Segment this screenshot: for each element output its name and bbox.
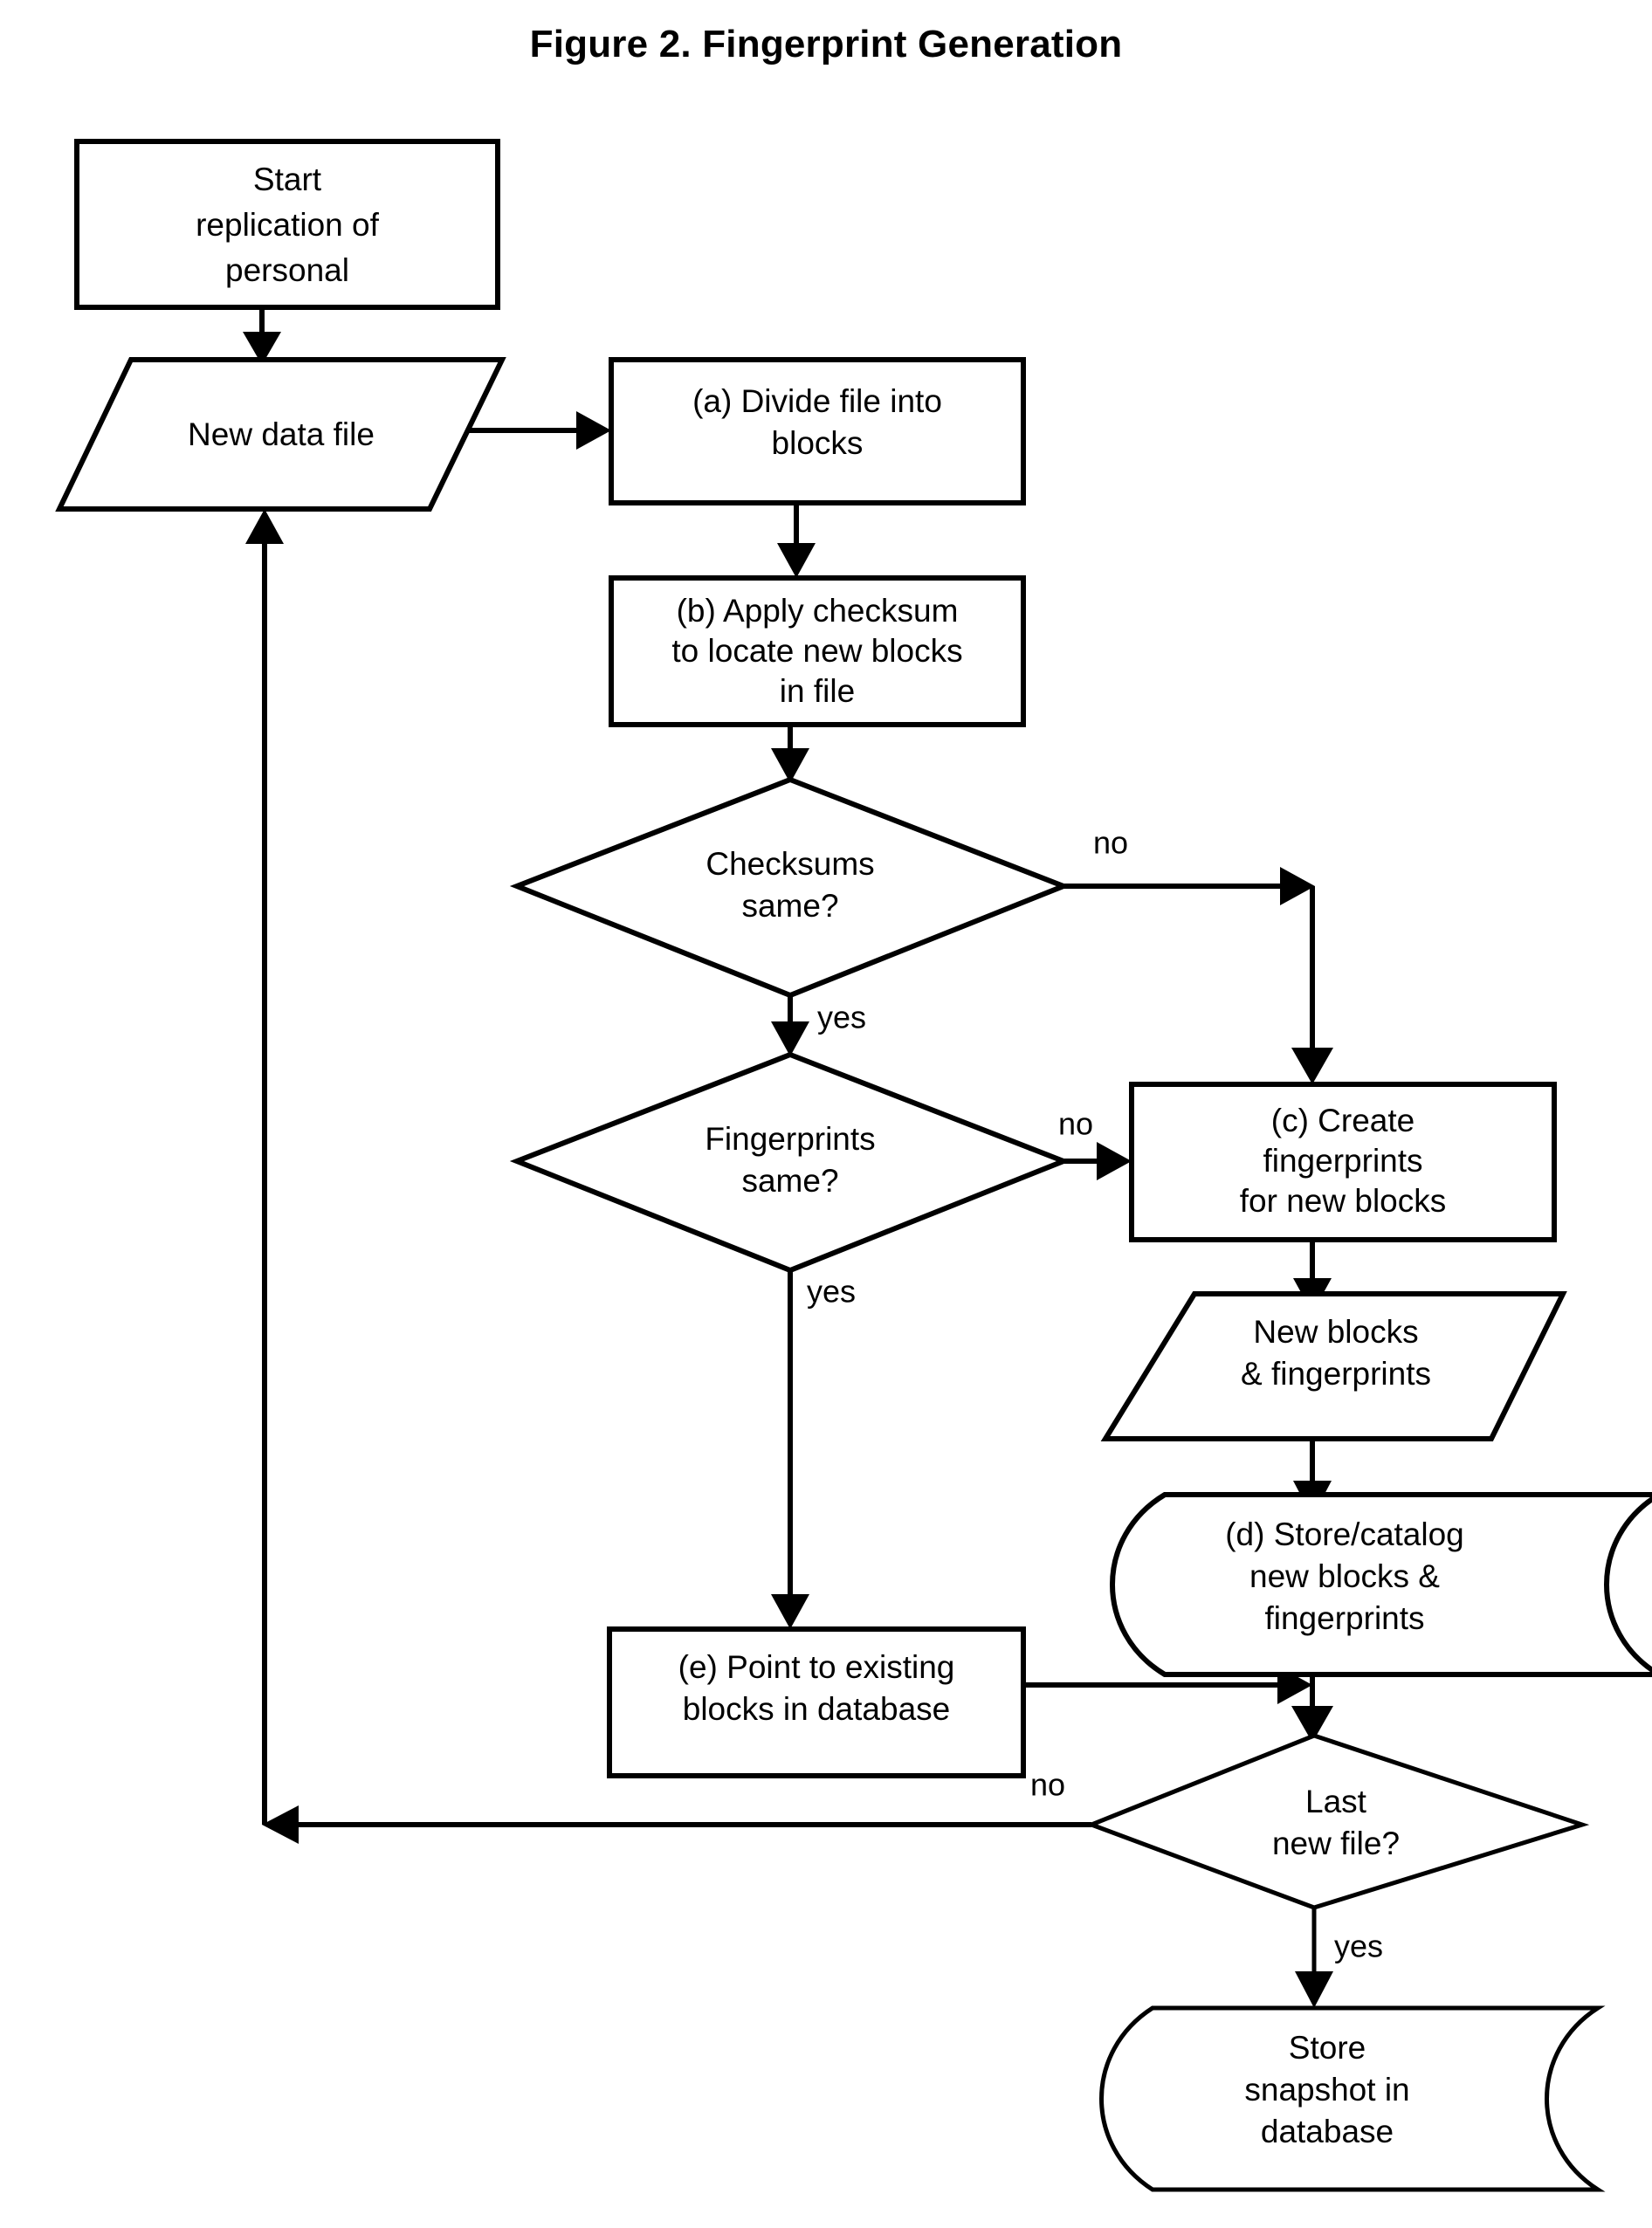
connector-new-data-file-to-step-a [465,411,611,450]
node-start-line-3: personal [225,252,349,288]
connector-last-new-file-yes-to-store-snapshot [1295,1905,1333,2008]
edge-label-last-new-file-no: no [1030,1767,1065,1803]
edge-label-fingerprints-no: no [1058,1106,1093,1142]
node-new-blocks-line-2: & fingerprints [1241,1356,1431,1392]
node-step-e: (e) Point to existing blocks in database [607,1626,1026,1778]
node-new-data-file-label: New data file [188,416,375,452]
edge-label-fingerprints-yes: yes [807,1274,856,1310]
node-step-d-line-3: fingerprints [1264,1600,1424,1636]
node-step-a-line-2: blocks [772,425,864,461]
edge-label-checksums-yes: yes [817,1000,866,1035]
node-store-snapshot-line-3: database [1261,2114,1394,2149]
node-last-new-file-line-1: Last [1305,1784,1367,1819]
node-start-line-2: replication of [196,207,380,243]
node-checksums-same-line-1: Checksums [706,846,874,882]
connector-fingerprints-no-to-step-c [1063,1142,1132,1180]
connector-step-b-to-checksums [771,725,809,783]
node-store-snapshot-line-2: snapshot in [1244,2072,1409,2108]
node-step-b-line-2: to locate new blocks [671,633,962,669]
node-step-a: (a) Divide file into blocks [609,357,1026,505]
connector-checksums-yes-to-fingerprints [771,995,809,1056]
node-step-d-line-1: (d) Store/catalog [1225,1516,1464,1552]
node-step-e-line-2: blocks in database [683,1691,950,1727]
node-step-b-line-3: in file [780,673,855,709]
node-checksums-same-line-2: same? [741,888,838,924]
node-start-line-1: Start [253,162,322,197]
node-new-blocks-line-1: New blocks [1253,1314,1418,1350]
node-new-blocks-fingerprints: New blocks & fingerprints [1100,1291,1567,1441]
node-last-new-file-line-2: new file? [1272,1826,1400,1861]
edge-label-checksums-no: no [1093,825,1128,861]
node-step-d-line-2: new blocks & [1249,1558,1440,1594]
node-checksums-same: Checksums same? [509,776,1071,999]
node-step-b: (b) Apply checksum to locate new blocks … [609,575,1026,727]
node-step-c-line-3: for new blocks [1240,1183,1447,1219]
node-store-snapshot: Store snapshot in database [1099,2005,1606,2192]
node-fingerprints-same-line-2: same? [741,1163,838,1199]
connector-fingerprints-yes-to-step-e [771,1270,809,1629]
connector-start-to-new-data-file [243,307,281,365]
connector-checksums-no-to-step-c [1063,867,1333,1084]
node-fingerprints-same-line-1: Fingerprints [705,1121,875,1157]
node-step-a-line-1: (a) Divide file into [692,383,942,419]
node-step-d: (d) Store/catalog new blocks & fingerpri… [1110,1492,1652,1677]
flowchart-canvas: Start replication of personal New data f… [55,139,1652,2192]
node-store-snapshot-line-1: Store [1289,2030,1366,2066]
node-last-new-file: Last new file? [1085,1733,1590,1910]
node-new-data-file: New data file [55,357,506,512]
figure-container: Figure 2. Fingerprint Generation Start r… [0,0,1652,2228]
node-step-e-line-1: (e) Point to existing [678,1649,955,1685]
node-start: Start replication of personal [74,139,500,310]
node-fingerprints-same: Fingerprints same? [509,1051,1071,1274]
node-step-b-line-1: (b) Apply checksum [677,593,959,629]
edge-label-last-new-file-yes: yes [1334,1929,1383,1964]
connector-step-a-to-step-b [777,501,816,578]
node-step-c-line-2: fingerprints [1263,1143,1422,1179]
node-step-c-line-1: (c) Create [1271,1103,1415,1138]
node-step-c: (c) Create fingerprints for new blocks [1129,1082,1557,1242]
